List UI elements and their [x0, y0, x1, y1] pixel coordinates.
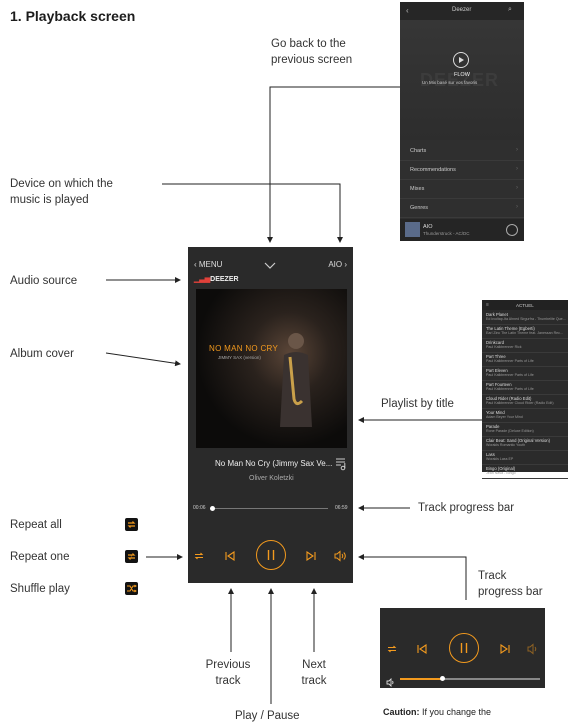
playlist-screen: ≡ ACTUEL Dark Planet Ed kvoltap-Ita Ahned… — [482, 300, 568, 479]
progress-knob[interactable] — [210, 506, 216, 511]
time-total: 06:59 — [335, 505, 348, 511]
pause-icon — [267, 550, 275, 560]
deezer-browse-screen: ‹ Deezer ⌕ DEEZER FLOW Un Mix basé sur v… — [400, 2, 524, 241]
volume-button[interactable] — [334, 549, 347, 567]
list-item[interactable]: Part Three Paul Kalkbrenner Parts of Life — [482, 353, 568, 367]
volume-knob[interactable] — [440, 676, 445, 681]
repeat-button-detail[interactable] — [386, 642, 398, 660]
play-pause-button-detail[interactable] — [449, 633, 479, 663]
next-track-button[interactable] — [305, 549, 317, 567]
mini-player-sub: Thunderstruck - AC/DC — [423, 231, 470, 236]
list-item-subtitle: Worakls Lass EP — [486, 457, 514, 461]
album-cover: NO MAN NO CRY JIMMY SAX (version) — [196, 289, 347, 448]
track-title: No Man No Cry (Jimmy Sax Ve... — [215, 459, 333, 468]
list-item[interactable]: Parade Rone Parade (Deluxe Edition) — [482, 423, 568, 437]
deezer-header-title: Deezer — [452, 7, 472, 13]
progress-track[interactable] — [210, 506, 328, 511]
previous-track-button-detail[interactable] — [416, 642, 428, 660]
menu-item-recommendations-label: Recommendations — [410, 167, 456, 173]
menu-item-genres[interactable]: Genres › — [400, 199, 524, 218]
list-item-subtitle: Paul Kalkbrenner Parts of Life — [486, 359, 534, 363]
playback-screen: ‹ MENU AIO › ▁▃▅DEEZER NO MAN NO CRY JIM… — [188, 247, 353, 583]
list-item-subtitle: Paul Kalkbrenner Rick — [486, 345, 522, 349]
time-elapsed: 00:06 — [193, 505, 206, 511]
list-item[interactable]: Clair Beat: Sand (Original Version) Worak… — [482, 437, 568, 451]
playlist-icon[interactable] — [335, 457, 347, 476]
list-item[interactable]: The Latin Theme (Egberti) Earl Zinc The L… — [482, 325, 568, 339]
back-icon[interactable]: ‹ — [406, 6, 409, 15]
list-item[interactable]: Part Fourteen Paul Kalkbrenner Parts of L… — [482, 381, 568, 395]
list-item-subtitle: Paul Kalkbrenner Parts of Life — [486, 373, 534, 377]
flow-play-icon[interactable] — [453, 52, 469, 68]
chevron-right-icon: › — [516, 166, 518, 172]
list-item[interactable]: Part Eleven Paul Kalkbrenner Parts of Lif… — [482, 367, 568, 381]
deezer-menu: Charts › Recommendations › Mixes › Genres › — [400, 142, 524, 218]
playlist-header: ≡ ACTUEL — [482, 300, 568, 310]
list-item[interactable]: Lass Worakls Lass EP — [482, 451, 568, 465]
list-item-subtitle: Earl Zinc The Latin Theme feat. Janessan… — [486, 331, 563, 335]
list-item[interactable]: Your Mind Adam Beyer Your Mind — [482, 409, 568, 423]
menu-item-charts-label: Charts — [410, 148, 427, 154]
device-name: AIO — [328, 260, 343, 269]
menu-button[interactable]: ‹ MENU — [194, 260, 222, 269]
chevron-down-icon[interactable] — [264, 257, 276, 275]
deezer-bars-icon: ▁▃▅ — [194, 276, 211, 283]
list-item-subtitle: Jean Nava - Bingo — [486, 471, 516, 475]
list-item-subtitle: Ed kvoltap-Ita Ahned Sirgurfra - Thumbel… — [486, 317, 566, 321]
playlist-header-title: ACTUEL — [516, 302, 534, 308]
list-item-subtitle: Adam Beyer Your Mind — [486, 415, 523, 419]
flow-label: FLOW — [454, 72, 470, 78]
flow-sub: Un Mix basé sur vos favoris — [422, 80, 478, 85]
deezer-logo: ▁▃▅DEEZER — [194, 275, 239, 283]
list-item-subtitle: Paul Kalkbrenner Cloud Rider (Radio Edit… — [486, 401, 554, 405]
search-icon[interactable]: ⌕ — [508, 6, 512, 14]
volume-fill — [400, 678, 442, 680]
chevron-right-icon: › — [516, 185, 518, 191]
list-item[interactable]: Bingo (Original) Jean Nava - Bingo — [482, 465, 568, 479]
mini-player-artwork — [405, 222, 420, 237]
play-pause-button[interactable] — [256, 540, 286, 570]
menu-item-mixes[interactable]: Mixes › — [400, 180, 524, 199]
controls-detail — [380, 608, 545, 688]
list-item[interactable]: Drinkcard Paul Kalkbrenner Rick — [482, 339, 568, 353]
list-item[interactable]: Cloud Rider (Radio Edit) Paul Kalkbrenner… — [482, 395, 568, 409]
menu-icon[interactable]: ≡ — [486, 302, 489, 308]
volume-slider[interactable] — [400, 676, 540, 681]
next-track-button-detail[interactable] — [499, 642, 511, 660]
previous-track-button[interactable] — [224, 549, 236, 567]
menu-item-recommendations[interactable]: Recommendations › — [400, 161, 524, 180]
source-logo-text: DEEZER — [210, 276, 239, 283]
chevron-right-icon: › — [516, 147, 518, 153]
pause-icon — [460, 643, 468, 653]
volume-icon — [386, 674, 396, 692]
cover-artist: JIMMY SAX (version) — [218, 355, 261, 360]
list-item-subtitle: Rone Parade (Deluxe Edition) — [486, 429, 534, 433]
saxophonist-figure — [280, 333, 312, 427]
mini-player[interactable]: AIO Thunderstruck - AC/DC — [400, 219, 524, 241]
flow-banner[interactable]: DEEZER FLOW Un Mix basé sur vos favoris — [400, 20, 524, 140]
playlist-list: Dark Planet Ed kvoltap-Ita Ahned Sirgurfr… — [482, 311, 568, 479]
repeat-button[interactable] — [193, 549, 205, 567]
menu-label: MENU — [198, 260, 223, 269]
chevron-right-icon: › — [516, 204, 518, 210]
menu-item-charts[interactable]: Charts › — [400, 142, 524, 161]
track-artist: Oliver Koletzki — [249, 475, 294, 482]
mini-player-title: AIO — [423, 224, 433, 230]
menu-item-mixes-label: Mixes — [410, 186, 425, 192]
list-item-subtitle: Paul Kalkbrenner Parts of Life — [486, 387, 534, 391]
list-item[interactable]: Dark Planet Ed kvoltap-Ita Ahned Sirgurfr… — [482, 311, 568, 325]
device-selector[interactable]: AIO › — [328, 260, 347, 269]
volume-button-detail[interactable] — [527, 642, 540, 660]
list-item-subtitle: Worakls Romantic Youth — [486, 443, 526, 447]
mini-pause-icon[interactable] — [506, 224, 518, 236]
menu-item-genres-label: Genres — [410, 205, 429, 211]
